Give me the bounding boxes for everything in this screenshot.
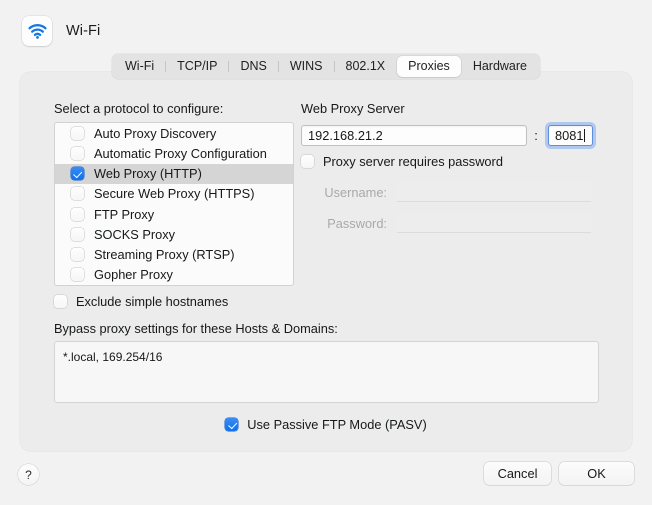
wifi-icon xyxy=(22,16,52,46)
proxy-port-focus-ring: 8081 xyxy=(545,122,596,149)
exclude-simple-hostnames-row[interactable]: Exclude simple hostnames xyxy=(54,294,228,309)
protocol-row-ftp-proxy[interactable]: FTP Proxy xyxy=(55,204,293,224)
username-field[interactable] xyxy=(397,182,591,202)
tab-wi-fi[interactable]: Wi-Fi xyxy=(114,56,165,77)
text-caret xyxy=(584,129,586,142)
protocol-label: Auto Proxy Discovery xyxy=(94,125,217,141)
proxy-port-value: 8081 xyxy=(555,128,584,143)
checkbox-streaming-proxy-rtsp[interactable] xyxy=(71,248,84,262)
protocol-row-web-proxy-http[interactable]: Web Proxy (HTTP) xyxy=(55,163,293,184)
tab-hardware[interactable]: Hardware xyxy=(462,56,538,77)
protocol-label: Automatic Proxy Configuration xyxy=(94,145,267,161)
protocol-label: Secure Web Proxy (HTTPS) xyxy=(94,186,255,202)
proxy-requires-password-row[interactable]: Proxy server requires password xyxy=(301,154,503,169)
username-row: Username: xyxy=(301,182,591,202)
protocol-label: SOCKS Proxy xyxy=(94,226,176,242)
checkbox-exclude-simple-hostnames[interactable] xyxy=(54,295,67,308)
passive-ftp-row[interactable]: Use Passive FTP Mode (PASV) xyxy=(20,417,632,432)
checkbox-socks-proxy[interactable] xyxy=(71,227,84,241)
password-label: Password: xyxy=(327,215,387,231)
protocol-row-streaming-proxy-rtsp[interactable]: Streaming Proxy (RTSP) xyxy=(55,245,293,265)
protocol-row-automatic-proxy-configuration[interactable]: Automatic Proxy Configuration xyxy=(55,143,293,163)
tab-802-1x[interactable]: 802.1X xyxy=(335,56,397,77)
password-field[interactable] xyxy=(397,213,591,233)
help-button[interactable]: ? xyxy=(18,464,39,485)
checkbox-auto-proxy-discovery[interactable] xyxy=(71,126,84,140)
checkbox-secure-web-proxy-https[interactable] xyxy=(71,187,84,201)
protocol-label: FTP Proxy xyxy=(94,206,155,222)
settings-card: Wi-Fi TCP/IP DNS WINS 802.1X Proxies Har… xyxy=(20,54,632,451)
password-row: Password: xyxy=(301,213,591,233)
proxy-port-input[interactable]: 8081 xyxy=(548,125,593,146)
tab-bar: Wi-Fi TCP/IP DNS WINS 802.1X Proxies Har… xyxy=(112,54,540,79)
protocol-label: Gopher Proxy xyxy=(94,267,173,283)
checkbox-gopher-proxy[interactable] xyxy=(71,268,84,282)
tab-tcp-ip[interactable]: TCP/IP xyxy=(166,56,228,77)
tab-wins[interactable]: WINS xyxy=(279,56,334,77)
checkbox-web-proxy-http[interactable] xyxy=(71,167,84,181)
protocol-list[interactable]: Auto Proxy Discovery Automatic Proxy Con… xyxy=(54,122,294,286)
protocol-label: Web Proxy (HTTP) xyxy=(94,166,202,182)
protocol-label: Streaming Proxy (RTSP) xyxy=(94,247,235,263)
protocol-list-title: Select a protocol to configure: xyxy=(54,101,224,116)
protocol-row-socks-proxy[interactable]: SOCKS Proxy xyxy=(55,224,293,244)
bypass-list-textarea[interactable]: *.local, 169.254/16 xyxy=(54,341,599,403)
window-titlebar: Wi-Fi xyxy=(0,0,652,62)
dialog-footer: ? Cancel OK xyxy=(0,451,652,505)
protocol-row-auto-proxy-discovery[interactable]: Auto Proxy Discovery xyxy=(55,123,293,143)
cancel-button[interactable]: Cancel xyxy=(484,462,551,485)
checkbox-ftp-proxy[interactable] xyxy=(71,207,84,221)
checkbox-automatic-proxy-configuration[interactable] xyxy=(71,146,84,160)
proxy-server-row: 192.168.21.2 : 8081 xyxy=(301,122,596,149)
proxy-requires-password-label: Proxy server requires password xyxy=(323,154,503,169)
window-title: Wi-Fi xyxy=(66,23,101,39)
protocol-row-gopher-proxy[interactable]: Gopher Proxy xyxy=(55,265,293,285)
tab-proxies[interactable]: Proxies xyxy=(397,56,461,77)
bypass-list-title: Bypass proxy settings for these Hosts & … xyxy=(54,321,338,336)
exclude-simple-hostnames-label: Exclude simple hostnames xyxy=(76,294,229,309)
checkbox-proxy-requires-password[interactable] xyxy=(301,155,314,168)
checkbox-passive-ftp-mode[interactable] xyxy=(225,418,239,431)
web-proxy-server-title: Web Proxy Server xyxy=(301,101,405,116)
tab-dns[interactable]: DNS xyxy=(229,56,277,77)
passive-ftp-label: Use Passive FTP Mode (PASV) xyxy=(247,417,427,432)
host-port-separator: : xyxy=(534,128,538,143)
username-label: Username: xyxy=(324,184,387,200)
protocol-row-secure-web-proxy-https[interactable]: Secure Web Proxy (HTTPS) xyxy=(55,184,293,204)
proxy-host-input[interactable]: 192.168.21.2 xyxy=(301,125,527,146)
ok-button[interactable]: OK xyxy=(559,462,634,485)
